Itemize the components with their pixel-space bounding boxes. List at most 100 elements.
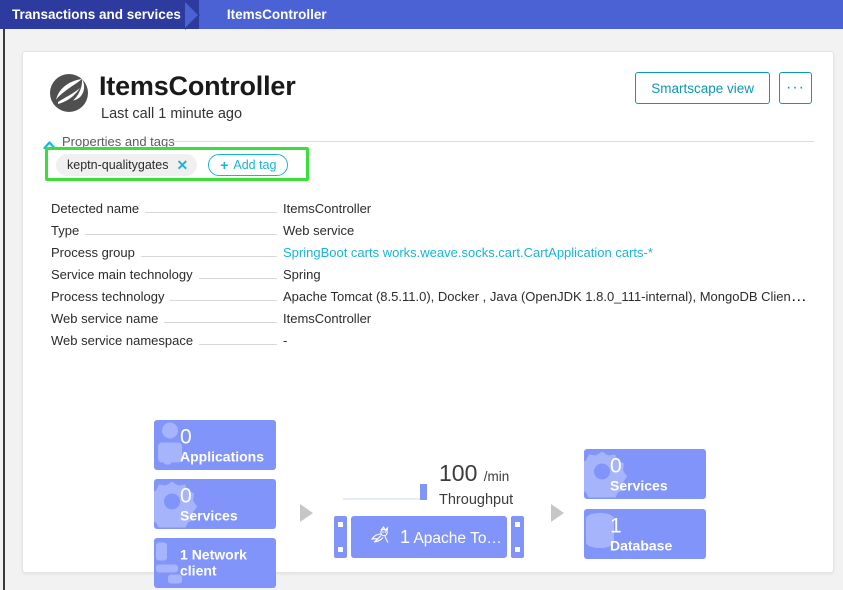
flow-tile-incoming[interactable]: 0 Applications: [154, 420, 276, 470]
property-row: Type Web service: [51, 222, 811, 244]
breadcrumb: Transactions and services ItemsControlle…: [0, 0, 843, 30]
smartscape-view-button[interactable]: Smartscape view: [635, 72, 770, 104]
property-value: ItemsController: [283, 311, 372, 326]
flow-tile-outgoing[interactable]: 0 Services: [584, 449, 706, 499]
flow-tile-label-group: 1 Network client: [180, 546, 276, 578]
property-value-cell: Web service: [283, 222, 810, 240]
connector-dot: [338, 522, 343, 527]
property-label: Service main technology: [51, 267, 193, 282]
property-leader-line: [198, 278, 277, 279]
property-label: Web service namespace: [51, 333, 194, 348]
property-row: Web service namespace -: [51, 332, 811, 354]
flow-center-node-label: 1 Apache To…: [400, 526, 502, 547]
breadcrumb-item-current[interactable]: ItemsController: [219, 0, 327, 29]
left-edge-rail: [3, 29, 5, 590]
service-flow-diagram: 0 Applications 0 Services 1 Network client 0 S…: [23, 352, 835, 588]
flow-tile-incoming[interactable]: 0 Services: [154, 479, 276, 529]
property-value: Web service: [283, 223, 355, 238]
property-value-cell: Spring: [283, 266, 810, 284]
property-row: Web service name ItemsController: [51, 310, 811, 332]
property-label: Process group: [51, 245, 135, 260]
flow-tile-label-group: 0 Services: [610, 454, 668, 493]
flow-tile-label: Database: [610, 536, 673, 553]
property-leader-line: [85, 234, 277, 235]
property-value-cell: -: [283, 332, 810, 350]
property-label-cell: Type: [51, 223, 283, 239]
property-label-cell: Process group: [51, 245, 283, 261]
flow-tile-label-group: 0 Applications: [180, 425, 264, 464]
flow-center-node: 1 Apache To…: [334, 516, 524, 558]
breadcrumb-item-parent[interactable]: Transactions and services: [0, 0, 199, 29]
property-label-cell: Web service name: [51, 311, 283, 327]
property-row: Process technology Apache Tomcat (8.5.11.…: [51, 288, 811, 310]
flow-tile-inline: 1 Network client: [180, 546, 247, 578]
triangle-right-icon: [300, 504, 313, 522]
spring-leaf-logo-icon: [46, 70, 92, 116]
flow-tile-count: 1: [610, 514, 622, 538]
flow-tile-label: Services: [610, 476, 668, 493]
property-leader-line: [140, 256, 277, 257]
property-value: ItemsController: [283, 201, 372, 216]
header-actions: Smartscape view ···: [635, 72, 812, 104]
triangle-right-icon: [551, 504, 564, 522]
breadcrumb-parent-label: Transactions and services: [12, 7, 181, 22]
throughput-number: 100: [439, 460, 478, 486]
throughput-value: 100 /min: [439, 460, 509, 487]
property-value: -: [283, 333, 288, 348]
property-label-cell: Process technology: [51, 289, 283, 305]
tag-chip-label: keptn-qualitygates: [67, 158, 169, 172]
node-connector-rail-left: [334, 516, 347, 558]
property-label-cell: Web service namespace: [51, 333, 283, 349]
property-value[interactable]: SpringBoot carts works.weave.socks.cart.…: [283, 245, 653, 260]
property-value: Apache Tomcat (8.5.11.0), Docker , Java …: [283, 289, 810, 304]
property-row: Detected name ItemsController: [51, 200, 811, 222]
more-actions-button[interactable]: ···: [779, 72, 812, 104]
throughput-label: Throughput: [439, 492, 514, 508]
property-leader-line: [164, 322, 277, 323]
flow-tile-outgoing[interactable]: 1 Database: [584, 509, 706, 559]
property-label: Detected name: [51, 201, 140, 216]
property-row: Service main technology Spring: [51, 266, 811, 288]
close-icon[interactable]: ✕: [176, 158, 188, 172]
apache-tomcat-icon: [369, 525, 391, 549]
throughput-unit: /min: [483, 469, 510, 484]
property-value-cell: SpringBoot carts works.weave.socks.cart.…: [283, 244, 810, 262]
throughput-sparkline-bar: [420, 484, 427, 500]
service-detail-card: ItemsController Last call 1 minute ago S…: [22, 51, 835, 588]
page-title: ItemsController: [99, 71, 296, 101]
breadcrumb-current-label: ItemsController: [226, 7, 327, 22]
plus-icon: +: [220, 157, 229, 173]
property-leader-line: [145, 212, 277, 213]
last-call-subtitle: Last call 1 minute ago: [101, 106, 243, 122]
throughput-sparkline-baseline: [343, 498, 427, 500]
chevron-up-icon: [43, 137, 56, 149]
property-label: Web service name: [51, 311, 159, 326]
flow-tile-count: 0: [610, 454, 622, 478]
flow-tile-count: 0: [180, 484, 192, 508]
add-tag-button[interactable]: + Add tag: [208, 154, 289, 176]
property-leader-line: [199, 344, 277, 345]
property-row: Process group SpringBoot carts works.weav…: [51, 244, 811, 266]
property-leader-line: [170, 300, 277, 301]
connector-dot: [515, 547, 520, 552]
property-label-cell: Service main technology: [51, 267, 283, 283]
connector-dot: [515, 522, 520, 527]
flow-tile-incoming[interactable]: 1 Network client: [154, 538, 276, 588]
flow-center-node-body[interactable]: 1 Apache To…: [351, 516, 507, 558]
tag-chip-keptn-qualitygates[interactable]: keptn-qualitygates ✕: [56, 154, 198, 176]
tag-row: keptn-qualitygates ✕ + Add tag: [56, 154, 289, 176]
node-connector-rail-right: [511, 516, 524, 558]
properties-table: Detected name ItemsController Type Web serv…: [51, 200, 811, 354]
breadcrumb-separator-icon: [184, 0, 219, 30]
property-value: Spring: [283, 267, 321, 282]
connector-dot: [338, 547, 343, 552]
flow-tile-label: Services: [180, 506, 238, 523]
flow-tile-count: 0: [180, 425, 192, 449]
property-label: Process technology: [51, 289, 165, 304]
property-value-cell: Apache Tomcat (8.5.11.0), Docker , Java …: [283, 288, 810, 306]
property-value-cell: ItemsController: [283, 200, 810, 218]
property-value-cell: ItemsController: [283, 310, 810, 328]
property-label-cell: Detected name: [51, 201, 283, 217]
flow-tile-label-group: 0 Services: [180, 484, 238, 523]
flow-tile-label-group: 1 Database: [610, 514, 672, 553]
